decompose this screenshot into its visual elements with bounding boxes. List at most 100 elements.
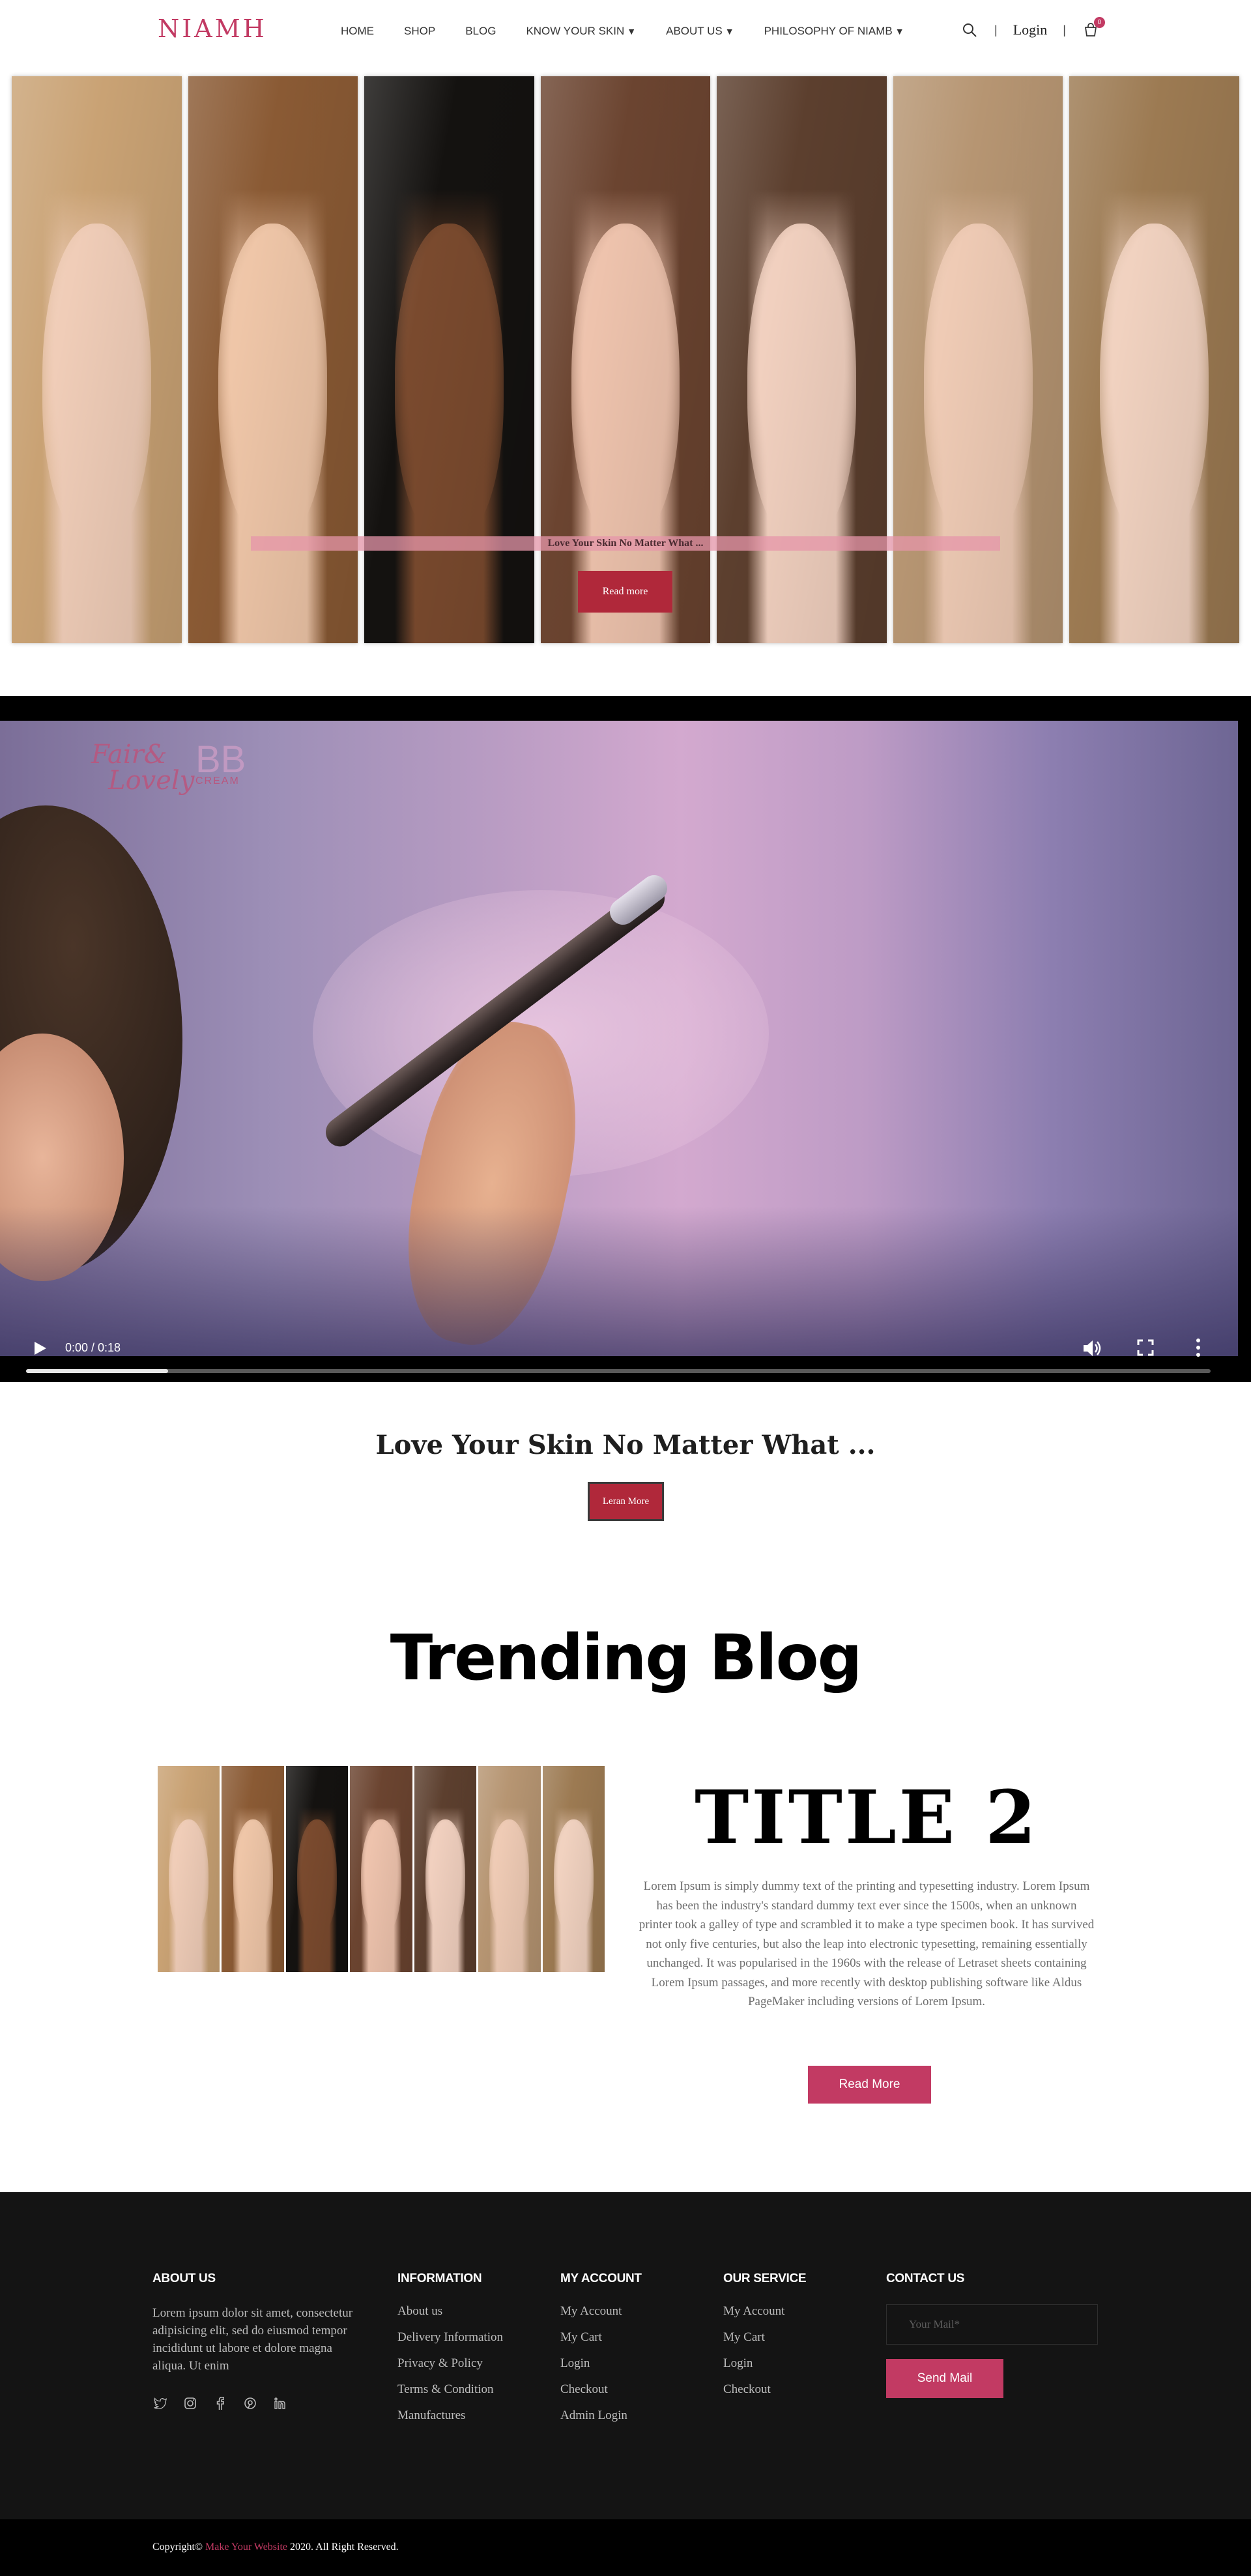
collage-portrait bbox=[540, 76, 711, 643]
copyright-prefix: Copyright© bbox=[152, 2541, 203, 2553]
nav-philosophy-label: PHILOSOPHY OF NIAMB bbox=[764, 25, 893, 37]
footer-link-privacy[interactable]: Privacy & Policy bbox=[397, 2356, 503, 2371]
site-logo[interactable]: NIAMH bbox=[158, 14, 267, 43]
header-actions: | Login | 0 bbox=[960, 17, 1105, 42]
footer-link-login[interactable]: Login bbox=[560, 2356, 642, 2371]
site-header: NIAMH HOME SHOP BLOG KNOW YOUR SKIN ▼ ABO… bbox=[0, 0, 1251, 65]
collage-portrait bbox=[350, 1766, 412, 1972]
tagline-heading: Love Your Skin No Matter What ... bbox=[375, 1430, 876, 1460]
footer-service-login[interactable]: Login bbox=[723, 2356, 806, 2371]
video-time: 0:00 / 0:18 bbox=[65, 1341, 121, 1354]
nav-shop[interactable]: SHOP bbox=[404, 25, 435, 38]
footer-my-account: MY ACCOUNT My Account My Cart Login Chec… bbox=[560, 2272, 642, 2435]
footer-contact-heading: CONTACT US bbox=[886, 2272, 965, 2285]
video-bb-cream-logo: BB CREAM bbox=[195, 741, 246, 787]
footer-contact: CONTACT US Send Mail bbox=[886, 2272, 1098, 2398]
nav-know-your-skin-label: KNOW YOUR SKIN bbox=[526, 25, 625, 37]
copyright-bar: Copyright© Make Your Website 2020. All R… bbox=[0, 2519, 1251, 2576]
play-icon[interactable] bbox=[31, 1340, 48, 1357]
footer-information-heading: INFORMATION bbox=[397, 2272, 482, 2285]
nav-shop-label: SHOP bbox=[404, 25, 436, 37]
footer-service-my-account[interactable]: My Account bbox=[723, 2304, 806, 2319]
footer-service-my-cart[interactable]: My Cart bbox=[723, 2330, 806, 2345]
nav-about-us[interactable]: ABOUT US ▼ bbox=[666, 25, 734, 38]
footer-link-delivery[interactable]: Delivery Information bbox=[397, 2330, 503, 2345]
more-vertical-icon[interactable] bbox=[1192, 1337, 1204, 1358]
footer-about-heading: ABOUT US bbox=[152, 2272, 216, 2285]
video-progress-bar[interactable] bbox=[26, 1369, 1211, 1373]
login-link[interactable]: Login bbox=[1013, 22, 1048, 38]
nav-blog-label: BLOG bbox=[465, 25, 496, 37]
nav-philosophy[interactable]: PHILOSOPHY OF NIAMB ▼ bbox=[764, 25, 904, 38]
pinterest-icon[interactable] bbox=[242, 2395, 258, 2411]
hero-caption: Love Your Skin No Matter What ... bbox=[251, 536, 1000, 551]
promo-video[interactable]: Fair& Lovely BB CREAM 0:00 / 0:18 bbox=[0, 696, 1251, 1382]
blog-read-more-button[interactable]: Read More bbox=[808, 2066, 931, 2104]
collage-portrait bbox=[1069, 76, 1240, 643]
blog-post-title[interactable]: TITLE 2 bbox=[639, 1775, 1095, 1860]
learn-more-button[interactable]: Leran More bbox=[588, 1482, 664, 1521]
hero-collage bbox=[12, 76, 1240, 643]
collage-portrait bbox=[188, 76, 358, 643]
footer-our-service: OUR SERVICE My Account My Cart Login Che… bbox=[723, 2272, 807, 2409]
video-controls: 0:00 / 0:18 bbox=[0, 1322, 1251, 1382]
cart-count-badge: 0 bbox=[1093, 17, 1105, 28]
footer-information: INFORMATION About us Delivery Informatio… bbox=[397, 2272, 503, 2435]
caret-down-icon: ▼ bbox=[627, 26, 637, 36]
facebook-icon[interactable] bbox=[212, 2395, 228, 2411]
collage-portrait bbox=[893, 76, 1063, 643]
nav-blog[interactable]: BLOG bbox=[465, 25, 496, 38]
caret-down-icon: ▼ bbox=[895, 26, 904, 36]
trending-blog-heading: Trending Blog bbox=[390, 1621, 863, 1694]
footer-link-my-cart[interactable]: My Cart bbox=[560, 2330, 642, 2345]
instagram-icon[interactable] bbox=[182, 2395, 198, 2411]
nav-home[interactable]: HOME bbox=[341, 25, 374, 38]
hero-read-more-button[interactable]: Read more bbox=[578, 571, 672, 613]
footer-link-about-us[interactable]: About us bbox=[397, 2304, 503, 2319]
collage-portrait bbox=[285, 1766, 349, 1972]
caret-down-icon: ▼ bbox=[725, 26, 734, 36]
footer-about: ABOUT US Lorem ipsum dolor sit amet, con… bbox=[152, 2272, 361, 2411]
social-links bbox=[152, 2395, 361, 2411]
nav-know-your-skin[interactable]: KNOW YOUR SKIN ▼ bbox=[526, 25, 636, 38]
nav-home-label: HOME bbox=[341, 25, 374, 37]
volume-icon[interactable] bbox=[1082, 1339, 1102, 1358]
header-separator: | bbox=[994, 23, 998, 36]
cart-icon[interactable]: 0 bbox=[1082, 17, 1105, 39]
site-footer: ABOUT US Lorem ipsum dolor sit amet, con… bbox=[0, 2192, 1251, 2519]
video-brand-logo: Fair& Lovely bbox=[91, 742, 194, 794]
search-icon[interactable] bbox=[960, 21, 979, 39]
copyright-text: Copyright© Make Your Website 2020. All R… bbox=[152, 2541, 399, 2553]
footer-about-text: Lorem ipsum dolor sit amet, consectetur … bbox=[152, 2306, 353, 2373]
footer-link-checkout[interactable]: Checkout bbox=[560, 2382, 642, 2397]
footer-mail-input[interactable] bbox=[886, 2304, 1098, 2345]
footer-link-terms[interactable]: Terms & Condition bbox=[397, 2382, 503, 2397]
copyright-link[interactable]: Make Your Website bbox=[205, 2541, 287, 2553]
footer-service-checkout[interactable]: Checkout bbox=[723, 2382, 806, 2397]
collage-portrait bbox=[158, 1766, 220, 1972]
collage-portrait bbox=[717, 76, 887, 643]
footer-link-admin-login[interactable]: Admin Login bbox=[560, 2409, 642, 2423]
footer-our-service-heading: OUR SERVICE bbox=[723, 2272, 807, 2285]
collage-portrait bbox=[222, 1766, 284, 1972]
nav-about-us-label: ABOUT US bbox=[666, 25, 723, 37]
send-mail-button[interactable]: Send Mail bbox=[886, 2359, 1003, 2398]
main-nav: HOME SHOP BLOG KNOW YOUR SKIN ▼ ABOUT US ▼… bbox=[341, 25, 934, 38]
footer-link-manufactures[interactable]: Manufactures bbox=[397, 2409, 503, 2423]
footer-link-my-account[interactable]: My Account bbox=[560, 2304, 642, 2319]
linkedin-icon[interactable] bbox=[272, 2395, 288, 2411]
copyright-suffix: 2020. All Right Reserved. bbox=[290, 2541, 399, 2553]
video-frame: Fair& Lovely BB CREAM bbox=[0, 721, 1238, 1356]
bb-cream-label: CREAM bbox=[195, 775, 240, 787]
blog-post-excerpt: Lorem Ipsum is simply dummy text of the … bbox=[639, 1879, 1095, 2008]
header-separator: | bbox=[1063, 23, 1066, 36]
video-progress-fill bbox=[26, 1369, 169, 1373]
footer-my-account-heading: MY ACCOUNT bbox=[560, 2272, 642, 2285]
blog-post-image[interactable] bbox=[158, 1766, 605, 1972]
collage-portrait bbox=[12, 76, 182, 643]
fullscreen-icon[interactable] bbox=[1136, 1339, 1155, 1357]
twitter-icon[interactable] bbox=[152, 2395, 168, 2411]
brand-line-2: Lovely bbox=[108, 766, 195, 796]
collage-portrait bbox=[542, 1766, 605, 1972]
collage-portrait bbox=[478, 1766, 541, 1972]
